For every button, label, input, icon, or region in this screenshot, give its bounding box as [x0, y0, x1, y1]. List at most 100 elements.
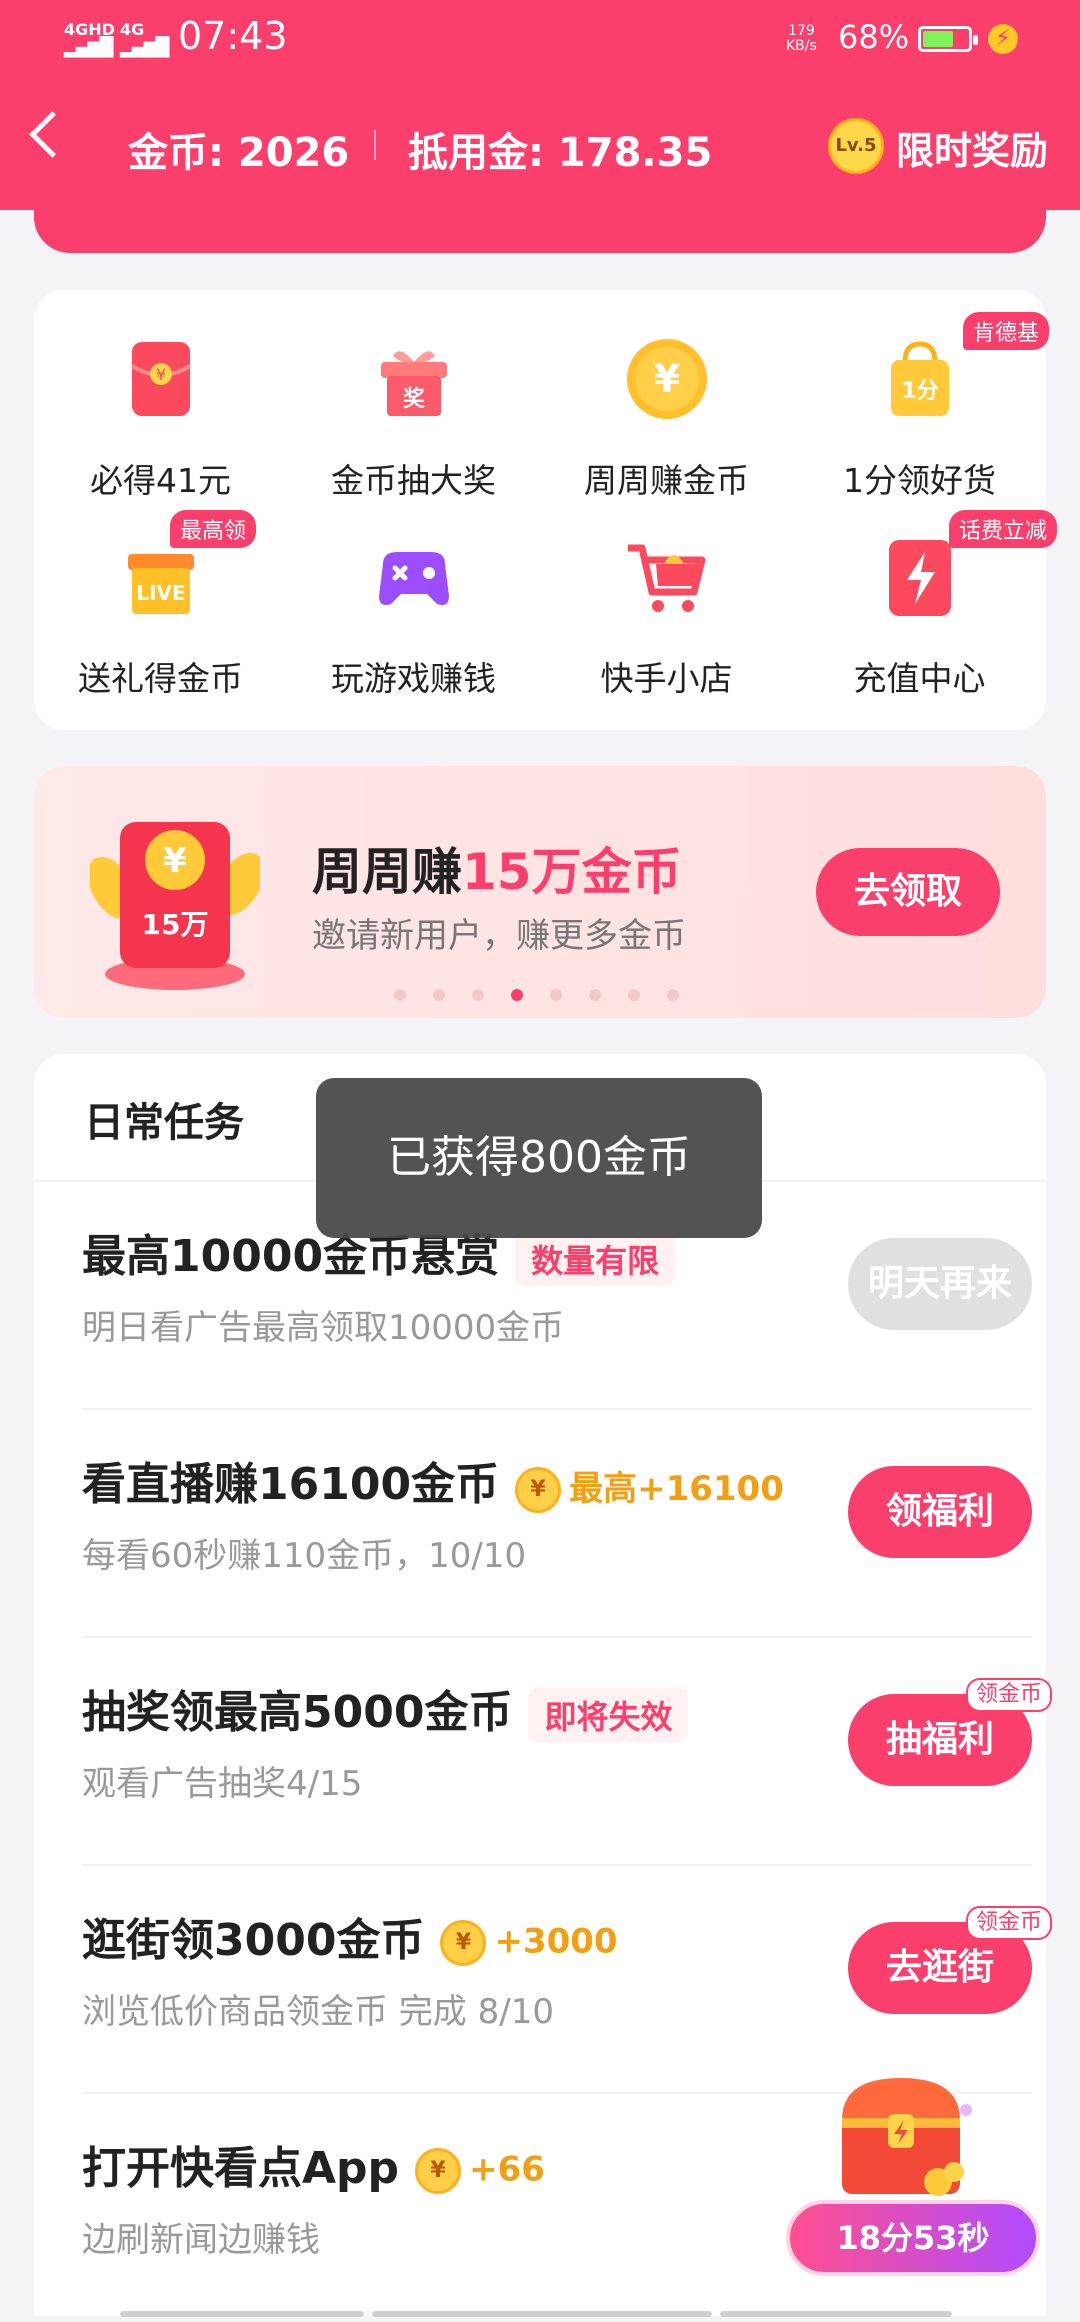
envelope-yuan-symbol: ¥ [155, 365, 165, 384]
battery-icon [918, 26, 978, 52]
grid-item-label: 周周赚金币 [584, 461, 749, 500]
status-bar: 4GHD ▂▄▆█ 4G ▂▄▆█ 07:43 179 KB/s 68% ⚡ [0, 0, 1080, 80]
level-badge-icon[interactable]: Lv.5 [828, 118, 884, 174]
offset-balance: 抵用金: 178.35 [408, 130, 713, 176]
charging-icon: ⚡ [988, 24, 1018, 54]
gift-box-char: 奖 [402, 386, 425, 412]
grid-badge: 肯德基 [963, 312, 1050, 350]
grid-item-label: 快手小店 [600, 659, 733, 698]
envelope-coin-symbol: ¥ [163, 841, 187, 881]
grid-item-label: 1分领好货 [843, 461, 996, 500]
carousel-dot [589, 989, 601, 1001]
carousel-dot [433, 989, 445, 1001]
toast-message: 已获得800金币 [316, 1078, 762, 1238]
reward-amount: +3000 [494, 1921, 618, 1962]
network-speed: 179 KB/s [786, 24, 817, 54]
gamepad-icon [378, 552, 449, 605]
sim2-signal-icon: 4G ▂▄▆█ [120, 20, 169, 58]
battery-level-fill [923, 31, 953, 47]
reward-tag: ¥ +66 [415, 2148, 545, 2194]
shopping-bag-icon: 1分 [890, 341, 949, 416]
back-arrow-icon[interactable] [29, 111, 76, 158]
top-card-edge [34, 195, 1046, 253]
go-shopping-button[interactable]: 去逛街 领金币 [848, 1906, 1052, 2014]
task-description: 每看60秒赚110金币，10/10 [82, 1536, 527, 1576]
carousel-dot [667, 989, 679, 1001]
grid-item-weekly-coins[interactable]: ¥ 周周赚金币 [540, 306, 793, 500]
task-title: 抽奖领最高5000金币 即将失效 [82, 1676, 689, 1742]
red-envelope-illustration: ¥ 15万 [90, 822, 260, 990]
grid-item-coin-lottery[interactable]: 奖 金币抽大奖 [287, 306, 540, 500]
banner-title-prefix: 周周赚 [312, 843, 462, 901]
reward-amount: 最高+16100 [569, 1468, 784, 1509]
gift-box-icon: 奖 [380, 351, 447, 416]
bag-label: 1分 [901, 379, 938, 404]
task-item-browse-shop: 逛街领3000金币 ¥ +3000 浏览低价商品领金币 完成 8/10 去逛街 领金币 [82, 1866, 1052, 2094]
coin-balance: 金币: 2026 [128, 130, 350, 176]
grid-item-one-cent-deal[interactable]: 1分 肯德基 1分领好货 [793, 306, 1050, 500]
collect-coins-badge: 领金币 [965, 1906, 1052, 1940]
task-title-text: 打开快看点App [82, 2143, 400, 2194]
coin-icon: ¥ [440, 1920, 487, 1966]
coin-icon: ¥ [415, 2148, 462, 2194]
task-description: 观看广告抽奖4/15 [82, 1764, 363, 1804]
task-title: 看直播赚16100金币 ¥ 最高+16100 [82, 1448, 784, 1514]
come-back-tomorrow-button[interactable]: 明天再来 [848, 1238, 1032, 1330]
treasure-chest-icon[interactable] [826, 2064, 976, 2202]
coin-yuan-symbol: ¥ [653, 357, 679, 401]
header: 4GHD ▂▄▆█ 4G ▂▄▆█ 07:43 179 KB/s 68% ⚡ 金… [0, 0, 1080, 210]
task-description: 浏览低价商品领金币 完成 8/10 [82, 1992, 554, 2032]
yuan-coin-icon: ¥ [626, 339, 707, 419]
nav-divider [374, 130, 376, 160]
grid-item-kuaishou-shop[interactable]: 快手小店 [540, 504, 793, 698]
carousel-dot [550, 989, 562, 1001]
banner-title: 周周赚15万金币 [312, 832, 682, 904]
clock: 07:43 [178, 14, 288, 58]
envelope-amount: 15万 [142, 908, 209, 941]
carousel-dot [628, 989, 640, 1001]
task-description: 边刷新闻边赚钱 [82, 2220, 320, 2260]
claim-button[interactable]: 去领取 [816, 848, 1000, 936]
scroll-indicator [120, 2302, 960, 2317]
coin-icon: ¥ [515, 1467, 562, 1514]
limited-quantity-tag: 数量有限 [515, 1232, 676, 1286]
sim1-signal-icon: 4GHD ▂▄▆█ [64, 20, 115, 58]
carousel-dot [472, 989, 484, 1001]
chest-countdown-timer[interactable]: 18分53秒 [786, 2200, 1040, 2276]
live-label: LIVE [136, 581, 185, 605]
claim-benefit-button[interactable]: 领福利 [848, 1466, 1032, 1558]
task-item-watch-live: 看直播赚16100金币 ¥ 最高+16100 每看60秒赚110金币，10/10 领… [82, 1410, 1032, 1638]
task-item-lottery: 抽奖领最高5000金币 即将失效 观看广告抽奖4/15 抽福利 领金币 [82, 1638, 1052, 1866]
grid-item-guaranteed-cash[interactable]: ¥ 必得41元 [34, 306, 287, 500]
task-title-text: 逛街领3000金币 [82, 1915, 425, 1966]
expiring-soon-tag: 即将失效 [528, 1688, 689, 1742]
carousel-dot [511, 989, 523, 1001]
collect-coins-badge: 领金币 [965, 1678, 1052, 1712]
weekly-coins-banner[interactable]: ¥ 15万 周周赚15万金币 邀请新用户，赚更多金币 去领取 [34, 766, 1046, 1018]
button-label: 抽福利 [885, 1719, 994, 1760]
button-label: 去逛街 [885, 1947, 994, 1988]
task-title-text: 最高10000金币悬赏 [82, 1231, 500, 1282]
red-envelope-icon: ¥ [130, 342, 191, 416]
reward-tag: ¥ +3000 [440, 1920, 618, 1966]
task-title-text: 看直播赚16100金币 [82, 1459, 500, 1510]
grid-item-gift-coins[interactable]: LIVE 最高领 送礼得金币 [34, 504, 287, 698]
carousel-dots [394, 986, 706, 1001]
network-speed-unit: KB/s [786, 38, 817, 54]
limited-reward-link[interactable]: 限时奖励 [896, 120, 1048, 175]
battery-percent: 68% [838, 18, 910, 56]
feature-grid: ¥ 必得41元 奖 金币抽大奖 ¥ 周周赚金币 1分 肯德基 1分领好货 LIV… [34, 290, 1058, 730]
grid-badge: 话费立减 [949, 510, 1058, 548]
task-description: 明日看广告最高领取10000金币 [82, 1308, 565, 1348]
grid-item-label: 送礼得金币 [78, 659, 243, 698]
grid-item-play-games[interactable]: 玩游戏赚钱 [287, 504, 540, 698]
nav-bar: 金币: 2026 抵用金: 178.35 Lv.5 限时奖励 [0, 100, 1080, 190]
carousel-dot [394, 989, 406, 1001]
draw-benefit-button[interactable]: 抽福利 领金币 [848, 1678, 1052, 1786]
grid-item-label: 必得41元 [90, 461, 231, 500]
shopping-cart-icon [627, 544, 705, 612]
reward-tag: ¥ 最高+16100 [515, 1461, 784, 1514]
grid-item-label: 玩游戏赚钱 [331, 659, 496, 698]
grid-item-recharge-center[interactable]: 话费立减 充值中心 [793, 504, 1058, 698]
banner-title-highlight: 15万金币 [462, 843, 682, 901]
